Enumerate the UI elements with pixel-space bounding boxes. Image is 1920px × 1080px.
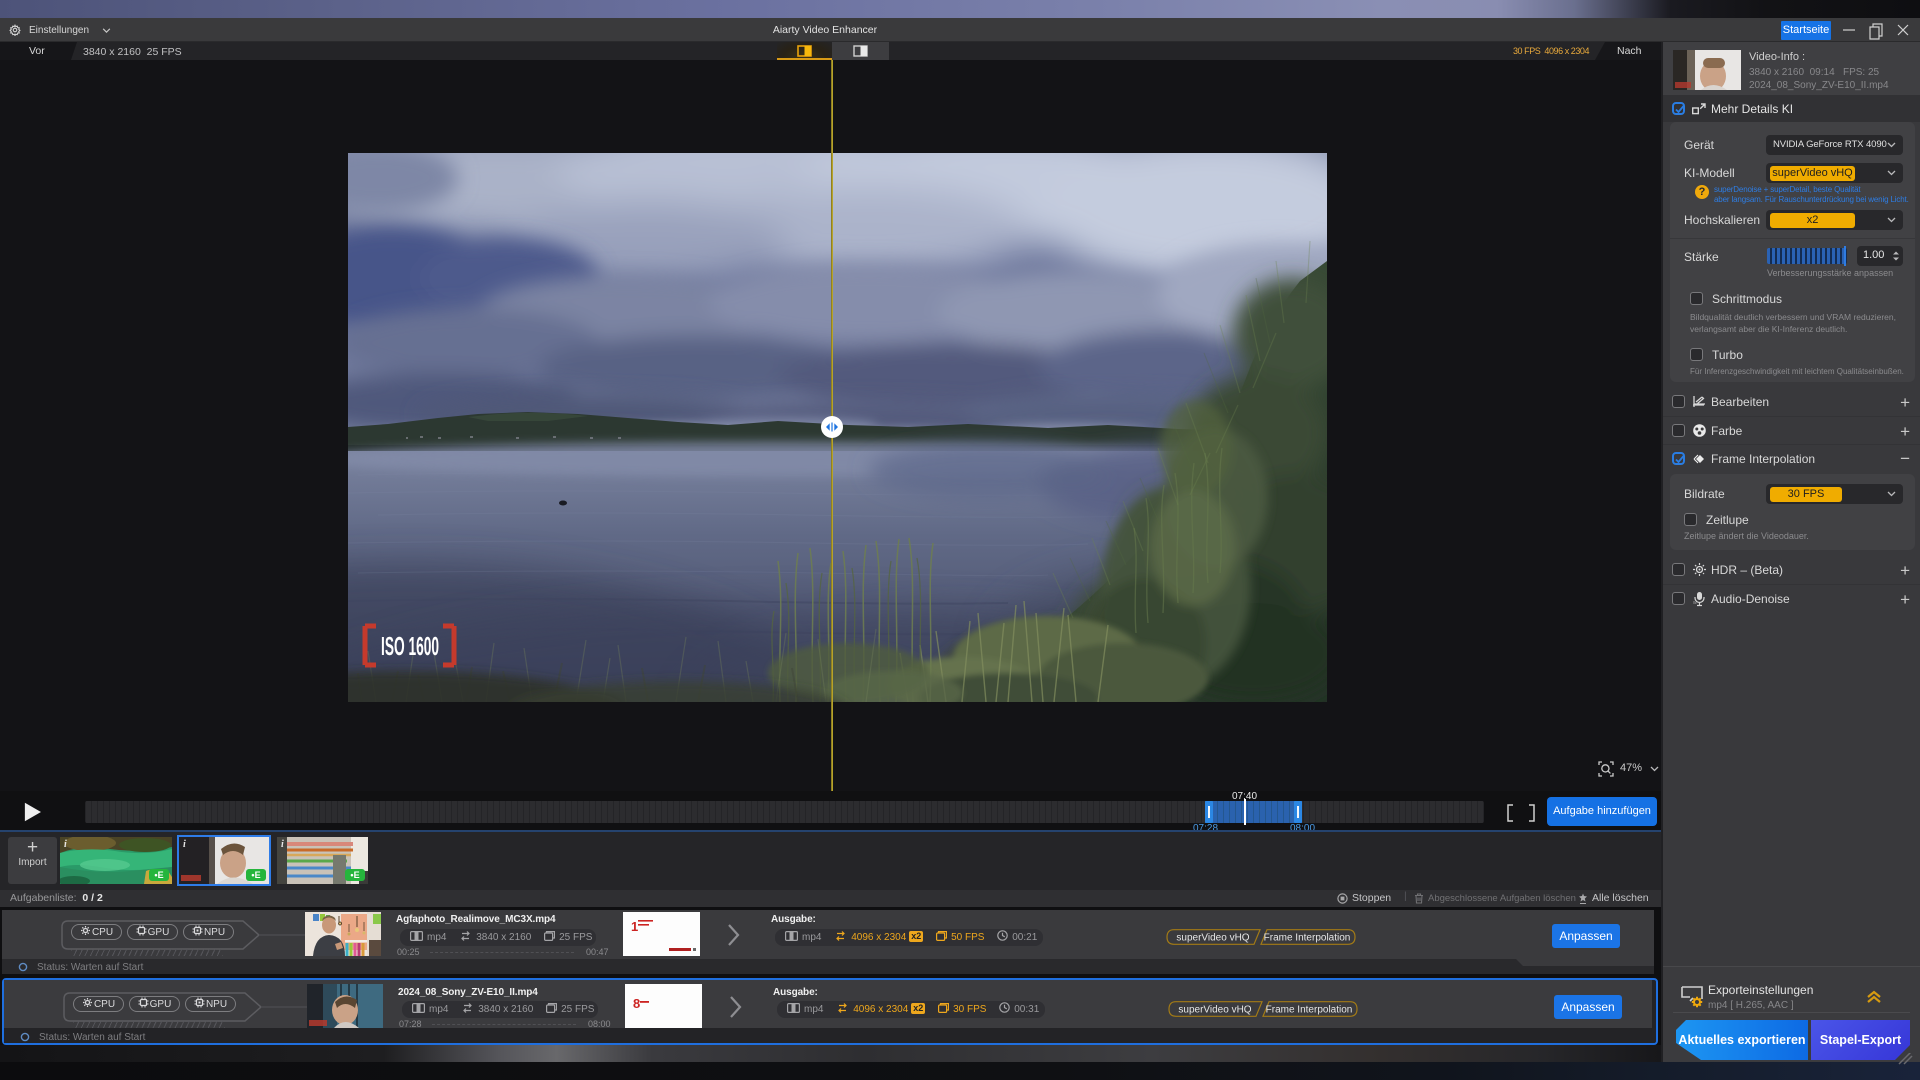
svg-text:1: 1 — [631, 919, 638, 934]
svg-text:8: 8 — [633, 996, 640, 1011]
svg-text:Frame Interpolation: Frame Interpolation — [1266, 1005, 1353, 1016]
svg-text:Frame Interpolation: Frame Interpolation — [1264, 933, 1351, 944]
svg-text:ISO 1600: ISO 1600 — [381, 631, 439, 661]
svg-text:superVideo vHQ: superVideo vHQ — [1178, 1005, 1251, 1016]
svg-text:superVideo vHQ: superVideo vHQ — [1176, 933, 1249, 944]
